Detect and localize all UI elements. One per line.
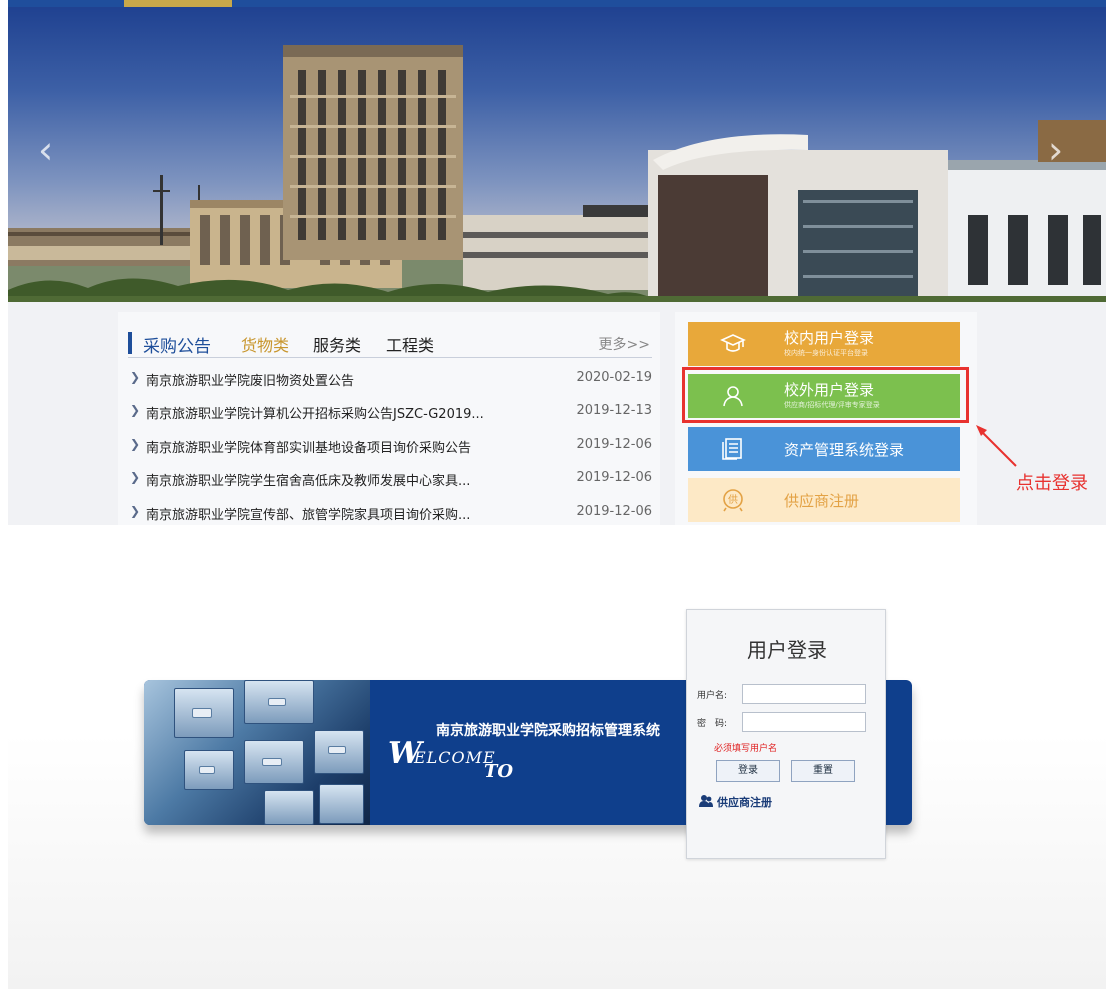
campus-user-login-button[interactable]: 校内用户登录 校内统一身份认证平台登录 [688,322,960,366]
news-title[interactable]: 南京旅游职业学院计算机公开招标采购公告JSZC-G2019... [146,403,484,422]
asset-system-login-button[interactable]: 资产管理系统登录 [688,427,960,471]
users-icon [699,795,713,807]
news-date: 2019-12-06 [576,504,652,519]
validation-error: 必须填写用户名 [714,744,778,754]
hero-banner: ‹ › [8,0,1106,302]
button-subtitle: 校内统一身份认证平台登录 [784,349,868,357]
news-item[interactable]: ❯ 南京旅游职业学院宣传部、旅管学院家具项目询价采购... 2019-12-06 [128,502,652,526]
chevron-right-icon: ❯ [130,470,141,484]
banner-tab-indicator [124,0,232,7]
username-input[interactable] [742,684,866,704]
seal-text: 供 [728,493,738,506]
tab-goods[interactable]: 货物类 [241,332,289,356]
news-title[interactable]: 南京旅游职业学院宣传部、旅管学院家具项目询价采购... [146,504,470,523]
supplier-register-button[interactable]: 供 供应商注册 [688,478,960,522]
chevron-right-icon: ❯ [130,504,141,518]
news-date: 2020-02-19 [576,370,652,385]
register-link-label: 供应商注册 [717,796,772,809]
reset-button[interactable]: 重置 [791,760,855,782]
highlight-box [682,367,969,423]
news-title[interactable]: 南京旅游职业学院体育部实训基地设备项目询价采购公告 [146,437,471,456]
chevron-right-icon: ❯ [130,437,141,451]
carousel-next-icon[interactable]: › [1048,130,1063,170]
login-title: 用户登录 [747,638,827,662]
supplier-seal-icon: 供 [723,489,743,512]
graduation-cap-icon [720,334,746,352]
carousel-prev-icon[interactable]: ‹ [38,130,53,170]
news-date: 2019-12-06 [576,470,652,485]
filing-cabinet-image [144,680,370,825]
document-list-icon [722,438,742,460]
login-form-card: 用户登录 用户名: 密 码: 必须填写用户名 登录 重置 供应商注册 [686,609,886,859]
password-label: 密 码: [697,719,728,729]
news-tabs: 采购公告 货物类 服务类 工程类 更多>> [128,330,652,358]
news-title[interactable]: 南京旅游职业学院废旧物资处置公告 [146,370,354,389]
news-title[interactable]: 南京旅游职业学院学生宿舍高低床及教师发展中心家具... [146,470,470,489]
login-page-screenshot: 南京旅游职业学院采购招标管理系统 W ELCOME TO 用户登录 用户名: 密… [8,525,1106,989]
chevron-right-icon: ❯ [130,403,141,417]
chevron-right-icon: ❯ [130,370,141,384]
button-title: 校内用户登录 [784,329,875,347]
news-item[interactable]: ❯ 南京旅游职业学院废旧物资处置公告 2020-02-19 [128,368,652,392]
tab-services[interactable]: 服务类 [313,332,361,356]
password-input[interactable] [742,712,866,732]
tab-procurement-notice[interactable]: 采购公告 [143,332,211,357]
news-item[interactable]: ❯ 南京旅游职业学院体育部实训基地设备项目询价采购公告 2019-12-06 [128,435,652,459]
news-item[interactable]: ❯ 南京旅游职业学院学生宿舍高低床及教师发展中心家具... 2019-12-06 [128,468,652,492]
svg-text:TO: TO [484,761,513,782]
username-label: 用户名: [697,691,728,701]
button-title: 资产管理系统登录 [784,441,905,459]
login-button[interactable]: 登录 [716,760,780,782]
news-date: 2019-12-13 [576,403,652,418]
campus-photo [8,45,1106,302]
welcome-lettering: W ELCOME TO [388,736,513,782]
news-tab-marker [128,332,132,354]
tab-projects[interactable]: 工程类 [386,332,434,356]
button-title: 供应商注册 [784,492,860,510]
callout-label: 点击登录 [1016,473,1088,494]
more-link[interactable]: 更多>> [599,334,650,354]
news-item[interactable]: ❯ 南京旅游职业学院计算机公开招标采购公告JSZC-G2019... 2019-… [128,401,652,425]
news-date: 2019-12-06 [576,437,652,452]
